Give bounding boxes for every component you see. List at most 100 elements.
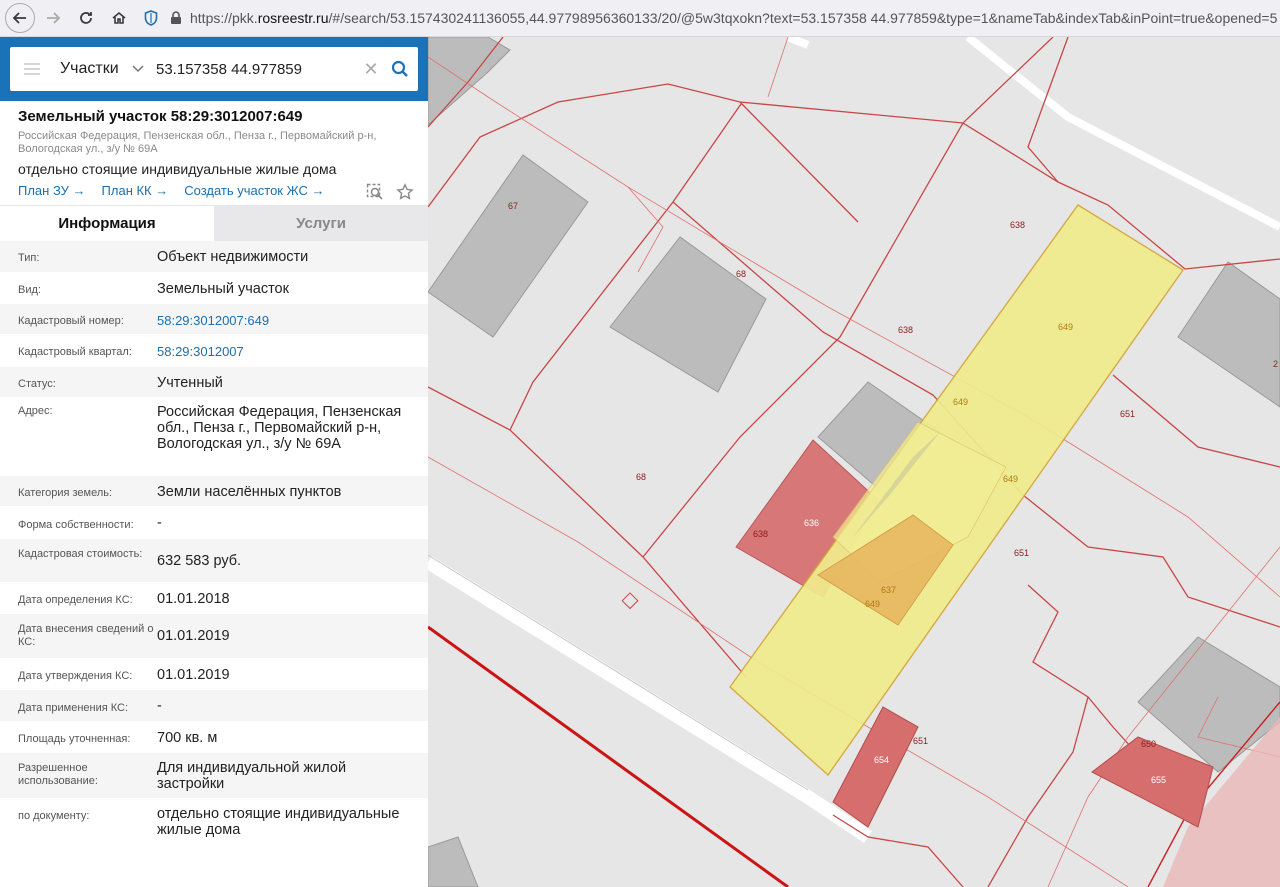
plan-links: План ЗУ → План КК → Создать участок ЖС → (18, 183, 324, 198)
search-box: Участки 53.157358 44.977859 ✕ (10, 47, 418, 91)
panel-tabs: Информация Услуги (0, 205, 428, 241)
info-row-cadastral-value: Кадастровая стоимость: 632 583 руб. (0, 539, 428, 583)
map-label: 650 (1141, 739, 1156, 749)
info-value: Для индивидуальной жилой застройки (157, 760, 347, 792)
star-icon[interactable] (396, 183, 414, 201)
map-label: 649 (1058, 322, 1073, 332)
menu-button[interactable] (10, 47, 54, 91)
info-row-type: Тип: Объект недвижимости (0, 241, 428, 273)
clear-icon[interactable]: ✕ (360, 59, 382, 80)
info-row-cv-date-defined: Дата определения КС: 01.01.2018 (0, 583, 428, 614)
address-bar[interactable]: https://pkk. rosreestr.ru/#/search/53.157… (142, 3, 1280, 33)
search-icon (391, 60, 408, 77)
info-row-status: Статус: Учтенный (0, 367, 428, 398)
map-label: 68 (636, 472, 646, 482)
url-path: /#/search/53.157430241136055,44.97798956… (328, 10, 1278, 26)
map-label: 654 (874, 755, 889, 765)
search-button[interactable] (382, 60, 418, 78)
info-row-ownership: Форма собственности: - (0, 507, 428, 539)
info-label: Кадастровый номер: (18, 315, 124, 327)
info-label: Кадастровая стоимость: (18, 548, 143, 560)
info-value: Объект недвижимости (157, 249, 309, 265)
hamburger-icon (24, 63, 40, 75)
map-label: 655 (1151, 775, 1166, 785)
building (428, 154, 589, 338)
browser-toolbar: https://pkk. rosreestr.ru/#/search/53.157… (0, 0, 1280, 37)
small-parcel (621, 592, 639, 610)
url-host: rosreestr.ru (257, 10, 329, 26)
reload-icon (80, 12, 92, 24)
arrow-right-icon (47, 12, 61, 24)
lock-icon (171, 11, 181, 24)
back-button[interactable] (5, 3, 35, 33)
zoom-to-icon[interactable] (366, 183, 384, 201)
info-value: Земельный участок (157, 281, 289, 297)
plan-zu-link[interactable]: План ЗУ → (18, 183, 86, 198)
parcel-title: Земельный участок 58:29:3012007:649 (18, 108, 303, 125)
info-value: 632 583 руб. (157, 553, 242, 569)
chevron-down-icon[interactable] (132, 65, 146, 73)
info-value: 700 кв. м (157, 730, 218, 746)
cadastral-number-link[interactable]: 58:29:3012007:649 (157, 313, 428, 329)
info-value: Российская Федерация, Пензенская обл., П… (157, 404, 402, 452)
info-row-address: Адрес: Российская Федерация, Пензенская … (0, 398, 428, 476)
forward-button[interactable] (38, 3, 68, 33)
info-value: Учтенный (157, 375, 223, 391)
info-label: Площадь уточненная: (18, 733, 131, 745)
plan-kk-link[interactable]: План КК → (102, 183, 169, 198)
info-value: отдельно стоящие индивидуальные жилые до… (157, 806, 400, 838)
info-value: - (157, 515, 162, 531)
info-label: Дата применения КС: (18, 702, 129, 714)
create-plot-link[interactable]: Создать участок ЖС → (184, 183, 324, 198)
building (1177, 261, 1280, 408)
info-value: 01.01.2019 (157, 667, 230, 683)
info-label: Адрес: (18, 405, 53, 417)
map-label: 638 (753, 529, 768, 539)
search-input[interactable]: 53.157358 44.977859 (156, 61, 360, 78)
info-value: 01.01.2018 (157, 591, 230, 607)
info-label: Дата внесения сведений о КС: (18, 623, 154, 648)
map-label: 638 (1010, 220, 1025, 230)
map-canvas[interactable]: 67 68 68 638 638 638 649 649 649 649 651… (428, 37, 1280, 887)
building (609, 236, 767, 393)
info-label: Дата утверждения КС: (18, 670, 133, 682)
info-label: Разрешенное использование: (18, 762, 98, 787)
reload-button[interactable] (71, 3, 101, 33)
map-label: 636 (804, 518, 819, 528)
info-row-cv-date-applied: Дата применения КС: - (0, 690, 428, 722)
info-row-area: Площадь уточненная: 700 кв. м (0, 722, 428, 753)
cadastral-quarter-link[interactable]: 58:29:3012007 (157, 344, 428, 360)
search-type-select[interactable]: Участки (60, 60, 124, 78)
info-value: - (157, 698, 162, 714)
map-label: 651 (1014, 548, 1029, 558)
info-row-land-category: Категория земель: Земли населённых пункт… (0, 476, 428, 507)
home-icon (112, 11, 126, 24)
info-label: Статус: (18, 378, 56, 390)
info-row-by-document: по документу: отдельно стоящие индивидуа… (0, 799, 428, 845)
map-label: 651 (1120, 409, 1135, 419)
panel-actions (366, 183, 414, 201)
info-row-cv-date-approved: Дата утверждения КС: 01.01.2019 (0, 659, 428, 690)
search-bar: Участки 53.157358 44.977859 ✕ (0, 37, 428, 101)
map-label: 649 (865, 599, 880, 609)
map-label: 649 (1003, 474, 1018, 484)
info-row-cadastral-quarter: Кадастровый квартал: 58:29:3012007 (0, 335, 428, 367)
info-label: Вид: (18, 284, 41, 296)
map-view[interactable]: 67 68 68 638 638 638 649 649 649 649 651… (428, 37, 1280, 887)
info-row-permitted-use: Разрешенное использование: Для индивидуа… (0, 753, 428, 799)
info-value: 01.01.2019 (157, 628, 230, 644)
map-label: 2 (1273, 359, 1278, 369)
map-label: 67 (508, 201, 518, 211)
url-prefix: https://pkk. (190, 10, 258, 26)
shield-icon (144, 10, 158, 26)
info-row-kind: Вид: Земельный участок (0, 273, 428, 304)
info-row-cadastral-number: Кадастровый номер: 58:29:3012007:649 (0, 304, 428, 335)
home-button[interactable] (104, 3, 134, 33)
tab-information[interactable]: Информация (0, 206, 214, 241)
road (786, 37, 810, 49)
info-label: Тип: (18, 252, 40, 264)
info-label: Форма собственности: (18, 519, 134, 531)
tab-services[interactable]: Услуги (214, 206, 428, 241)
map-label: 637 (881, 585, 896, 595)
info-panel: Участки 53.157358 44.977859 ✕ Земельный … (0, 37, 428, 887)
